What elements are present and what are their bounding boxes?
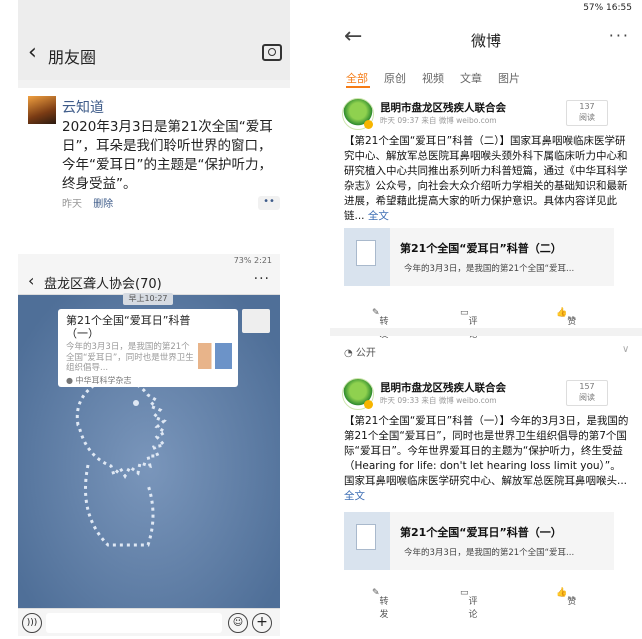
like-label: 赞: [567, 597, 577, 607]
comment-label: 评论: [468, 317, 478, 340]
emoji-icon[interactable]: ☺: [228, 613, 248, 633]
group-name: 盘龙区聋人协会: [44, 277, 136, 292]
divider: [330, 328, 642, 336]
article-source: ● 中华耳科学杂志: [66, 376, 132, 385]
post-username[interactable]: 云知道: [62, 97, 104, 117]
avatar[interactable]: [28, 96, 56, 124]
post-time: 昨天: [62, 199, 82, 210]
like-button[interactable]: 👍 赞: [556, 588, 576, 607]
message-time: 早上10:27: [123, 293, 173, 305]
repost-label: 转发: [379, 597, 389, 620]
post-text: 【第21个全国“爱耳日”科普（一）】今年的3月3日，是我国的第21个全国“爱耳日…: [344, 414, 630, 504]
repost-label: 转发: [379, 317, 389, 340]
article-source-name: 中华耳科学杂志: [75, 376, 132, 385]
status-bar: 73% 2:21: [18, 254, 280, 268]
tab-article[interactable]: 文章: [460, 72, 482, 85]
read-count-label: 阅读: [579, 393, 595, 402]
read-count-number: 137: [579, 102, 595, 111]
post-meta: 昨天 删除: [62, 195, 113, 210]
post-text: 【第21个全国“爱耳日”科普（二）】国家耳鼻咽喉临床医学研究中心、解放军总医院耳…: [344, 134, 630, 224]
more-icon[interactable]: ···: [609, 26, 630, 45]
post-actions: ✎ 转发 ▭ 评论 👍 赞: [330, 582, 642, 620]
chat-input-bar: ))) ☺ +: [18, 608, 280, 636]
link-card-title: 第21个全国“爱耳日”科普（一）: [400, 526, 562, 539]
full-text-link[interactable]: 全文: [344, 490, 365, 502]
weibo-header: ← 微博 ···: [330, 20, 642, 60]
comment-label: 评论: [468, 597, 478, 620]
read-count-number: 157: [579, 382, 595, 391]
page-title: 微博: [470, 32, 501, 50]
chat-screen: 73% 2:21 ‹ 盘龙区聋人协会(70) ··· 早上10:27 第21个全…: [18, 254, 280, 636]
article-icon: [344, 228, 390, 286]
weibo-post: 昆明市盘龙区残疾人联合会 昨天 09:37 来自 微博 weibo.com 13…: [330, 94, 642, 340]
read-count: 157 阅读: [566, 380, 608, 406]
article-thumbnail: [198, 343, 232, 369]
status-bar: 57% 16:55: [583, 3, 632, 13]
voice-icon[interactable]: ))): [22, 613, 42, 633]
link-card-desc: 今年的3月3日，是我国的第21个全国“爱耳...: [404, 264, 575, 274]
comment-button[interactable]: ▭ 评论: [460, 308, 478, 340]
post-meta: 昨天 09:33 来自 微博 weibo.com: [380, 396, 497, 405]
more-icon[interactable]: ···: [254, 271, 270, 287]
member-count: (70): [135, 277, 162, 292]
moments-screen: ‹ 朋友圈 云知道 2020年3月3日是第21次全国“爱耳日”，耳朵是我们聆听世…: [18, 0, 290, 210]
active-tab-indicator: [346, 86, 370, 88]
back-icon[interactable]: ‹: [28, 271, 34, 290]
post-actions: ✎ 转发 ▭ 评论 👍 赞: [330, 302, 642, 340]
link-card-title: 第21个全国“爱耳日”科普（二）: [400, 242, 562, 255]
verified-icon: [364, 400, 373, 409]
plus-icon[interactable]: +: [252, 613, 272, 633]
tab-all[interactable]: 全部: [346, 72, 368, 85]
like-button[interactable]: 👍 赞: [556, 308, 576, 327]
chevron-down-icon[interactable]: ∨: [622, 344, 629, 355]
link-card-desc: 今年的3月3日，是我国的第21个全国“爱耳...: [404, 548, 575, 558]
chat-header: ‹ 盘龙区聋人协会(70) ···: [18, 268, 280, 295]
more-actions-button[interactable]: ••: [258, 196, 280, 210]
read-count: 137 阅读: [566, 100, 608, 126]
group-title: 盘龙区聋人协会(70): [44, 273, 162, 292]
moments-header: ‹ 朋友圈: [18, 0, 290, 80]
delete-link[interactable]: 删除: [93, 199, 113, 210]
article-icon: [344, 512, 390, 570]
camera-icon[interactable]: [262, 44, 282, 61]
like-label: 赞: [567, 317, 577, 327]
filter-tabs: 全部 原创 视频 文章 图片: [346, 70, 536, 86]
link-card[interactable]: 第21个全国“爱耳日”科普（一） 今年的3月3日，是我国的第21个全国“爱耳..…: [344, 512, 614, 570]
visibility-label: ◔ 公开: [344, 348, 376, 359]
moment-post: 云知道 2020年3月3日是第21次全国“爱耳日”，耳朵是我们聆听世界的窗口，今…: [18, 88, 290, 210]
post-text: 2020年3月3日是第21次全国“爱耳日”，耳朵是我们聆听世界的窗口，今年“爱耳…: [62, 119, 273, 192]
shared-article-card[interactable]: 第21个全国“爱耳日”科普（一） 今年的3月3日，是我国的第21个全国“爱耳日”…: [58, 309, 238, 387]
post-meta: 昨天 09:37 来自 微博 weibo.com: [380, 116, 497, 125]
page-title: 朋友圈: [48, 48, 97, 67]
weibo-screen: 57% 16:55 ← 微博 ··· 全部 原创 视频 文章 图片 昆明市盘龙区残疾人联…: [330, 0, 642, 639]
tab-image[interactable]: 图片: [498, 72, 520, 85]
comment-button[interactable]: ▭ 评论: [460, 588, 478, 620]
repost-button[interactable]: ✎ 转发: [372, 308, 389, 340]
post-body: 【第21个全国“爱耳日”科普（一）】今年的3月3日，是我国的第21个全国“爱耳日…: [344, 415, 629, 487]
post-author[interactable]: 昆明市盘龙区残疾人联合会: [380, 100, 506, 115]
repost-button[interactable]: ✎ 转发: [372, 588, 389, 620]
tab-original[interactable]: 原创: [384, 72, 406, 85]
message-input[interactable]: [46, 613, 222, 633]
back-icon[interactable]: ‹: [28, 42, 37, 64]
article-title: 第21个全国“爱耳日”科普（一）: [66, 314, 191, 340]
status-right: 73% 2:21: [233, 256, 272, 265]
read-count-label: 阅读: [579, 113, 595, 122]
sender-avatar[interactable]: [242, 309, 270, 333]
post-body: 【第21个全国“爱耳日”科普（二）】国家耳鼻咽喉临床医学研究中心、解放军总医院耳…: [344, 135, 628, 222]
weibo-post: 昆明市盘龙区残疾人联合会 昨天 09:33 来自 微博 weibo.com 15…: [330, 374, 642, 620]
article-description: 今年的3月3日，是我国的第21个全国“爱耳日”，同时也是世界卫生组织倡导...: [66, 342, 194, 373]
tab-video[interactable]: 视频: [422, 72, 444, 85]
public-text: 公开: [355, 348, 376, 359]
post-author[interactable]: 昆明市盘龙区残疾人联合会: [380, 380, 506, 395]
verified-icon: [364, 120, 373, 129]
full-text-link[interactable]: 全文: [368, 210, 389, 222]
link-card[interactable]: 第21个全国“爱耳日”科普（二） 今年的3月3日，是我国的第21个全国“爱耳..…: [344, 228, 614, 286]
